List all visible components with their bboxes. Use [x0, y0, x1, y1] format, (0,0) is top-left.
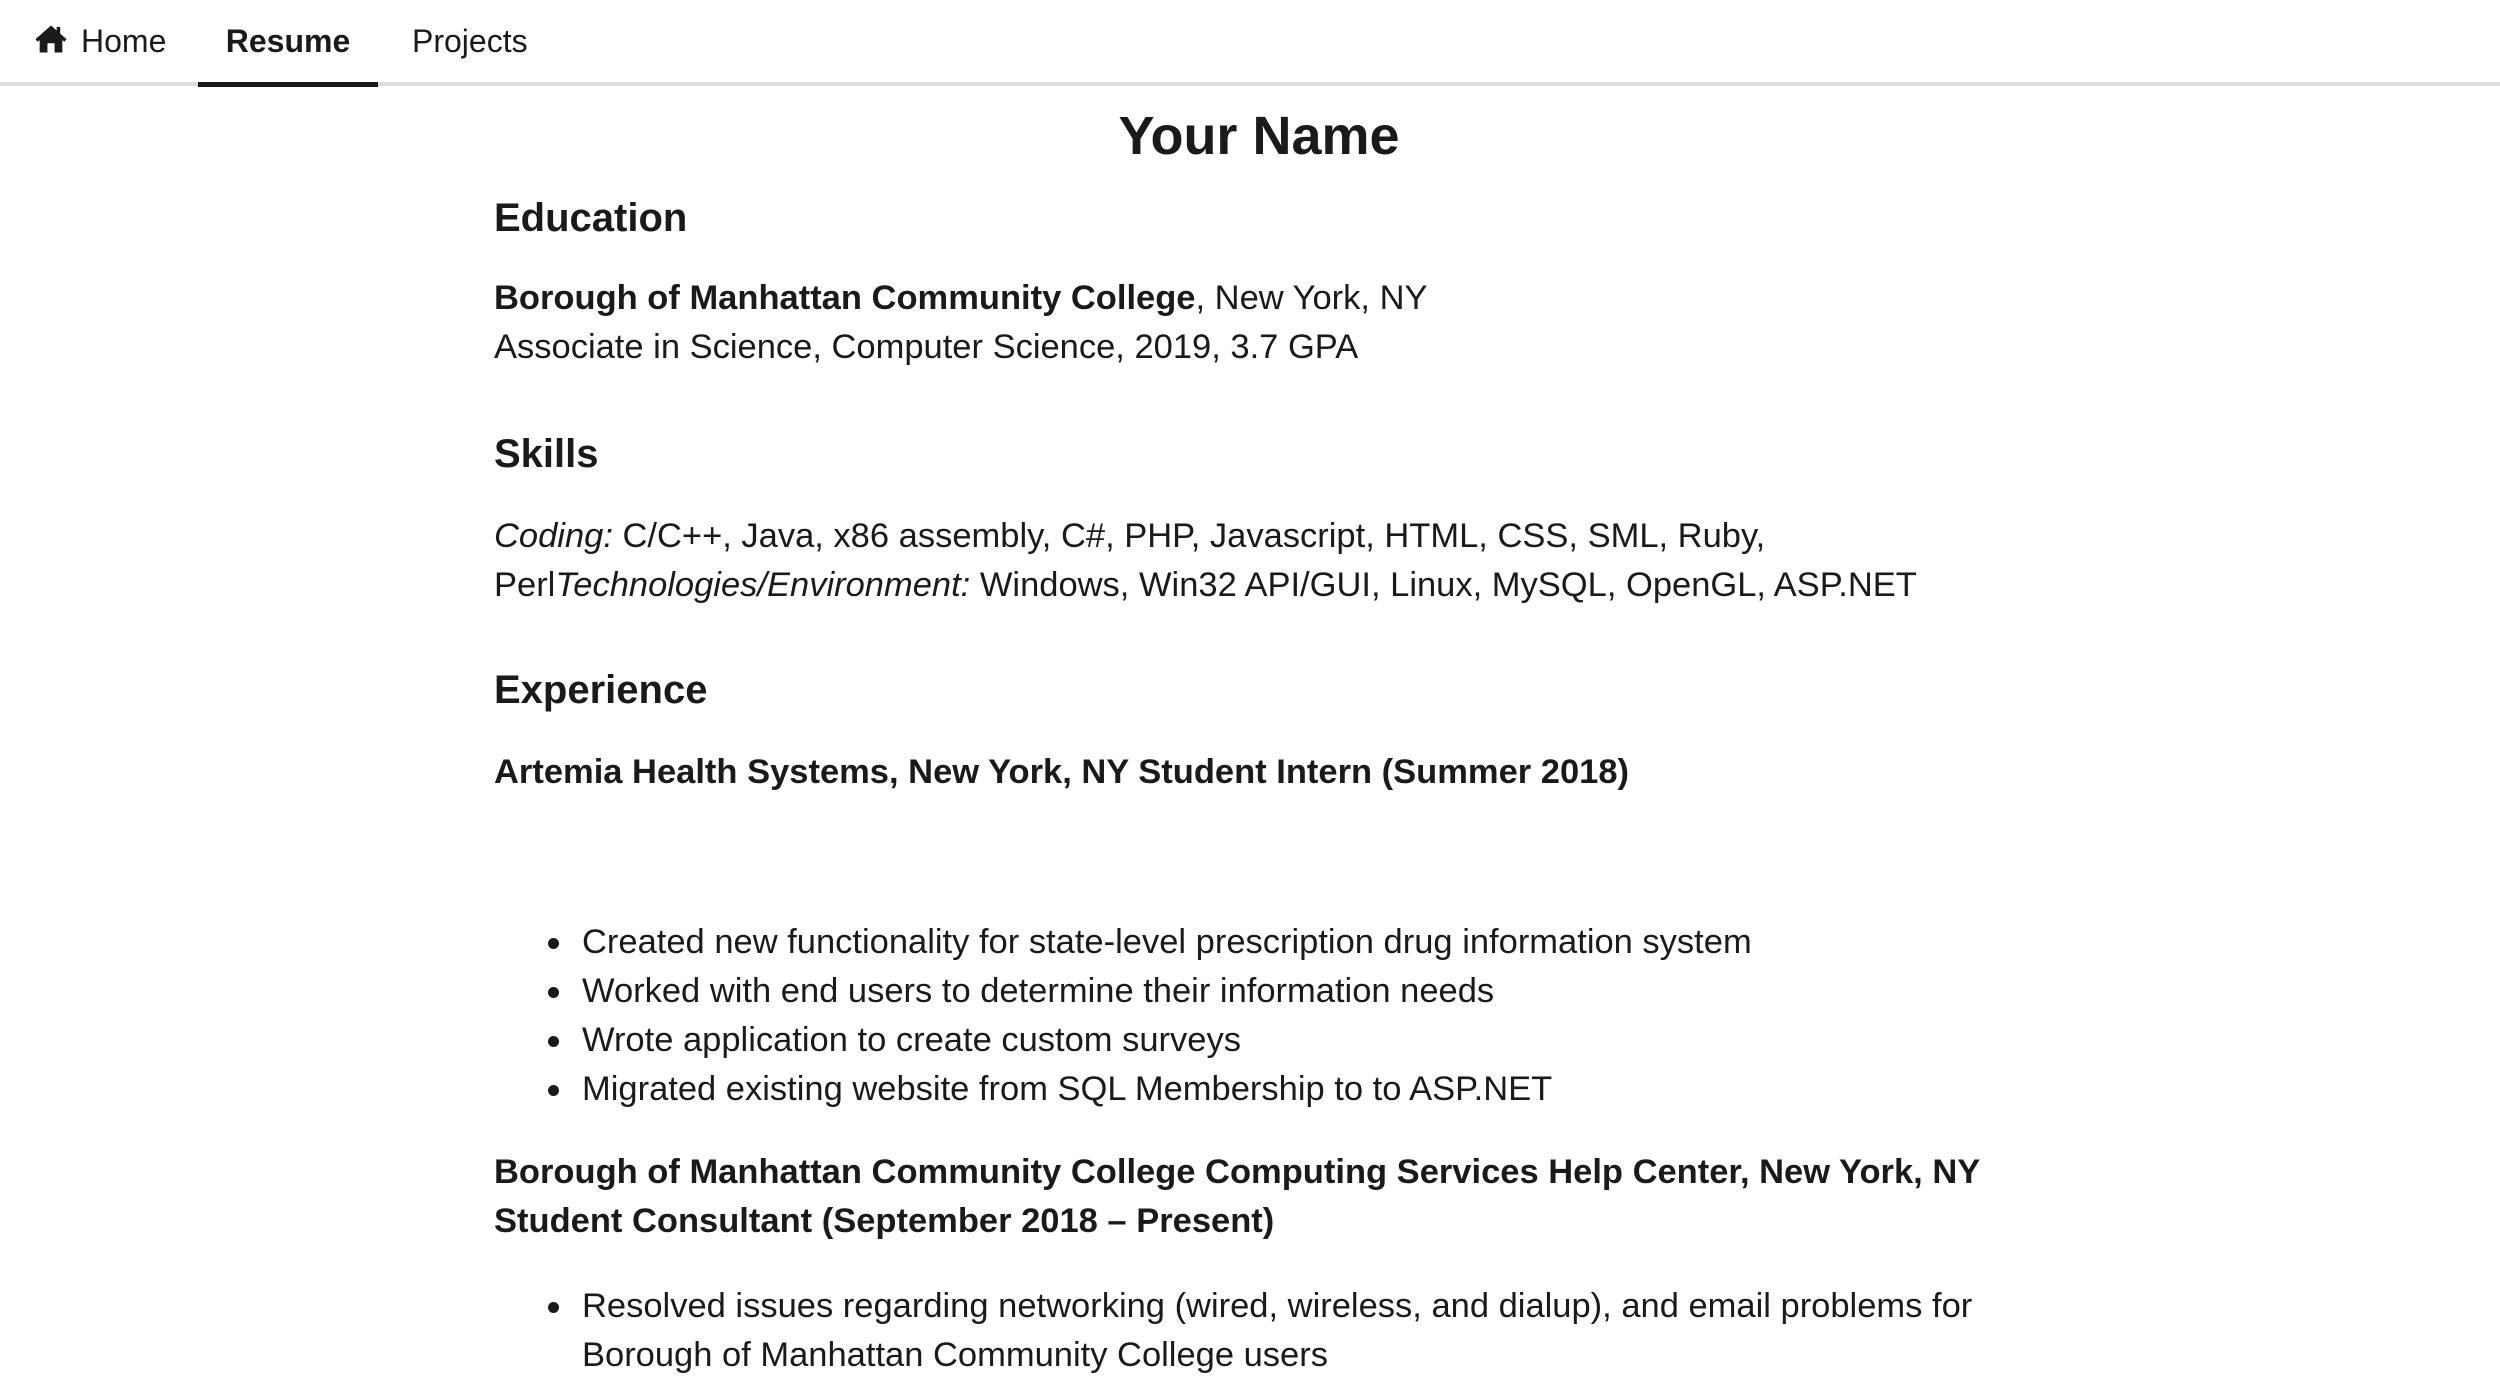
nav-resume-tab[interactable]: Resume — [198, 0, 378, 87]
list-item: Created new functionality for state-leve… — [548, 918, 2024, 967]
list-item: Wrote application to create custom surve… — [548, 1016, 2024, 1065]
job-duties-list: Resolved issues regarding networking (wi… — [494, 1282, 2002, 1380]
job-title: Borough of Manhattan Community College C… — [494, 1153, 1980, 1240]
nav-projects-label: Projects — [412, 22, 528, 59]
skills-entry: Coding: C/C++, Java, x86 assembly, C#, P… — [494, 512, 1974, 610]
education-degree: Associate in Science, Computer Science, … — [494, 328, 1359, 366]
experience-heading: Experience — [494, 668, 708, 712]
skills-tech-label: Technologies/Environment: — [555, 566, 971, 604]
skills-coding-label: Coding: — [494, 517, 613, 555]
home-icon — [35, 25, 67, 53]
education-entry: Borough of Manhattan Community College, … — [494, 274, 2024, 372]
list-item: Worked with end users to determine their… — [548, 967, 2024, 1016]
nav-projects-link[interactable]: Projects — [412, 0, 528, 82]
education-school: Borough of Manhattan Community College — [494, 279, 1196, 317]
job-title: Artemia Health Systems, New York, NY Stu… — [494, 753, 1630, 791]
list-item: Migrated existing website from SQL Membe… — [548, 1065, 2024, 1114]
top-nav: Home Resume Projects — [0, 0, 2500, 87]
nav-home-label: Home — [81, 22, 167, 59]
nav-home-link[interactable]: Home — [34, 0, 166, 82]
job-duties-list: Created new functionality for state-leve… — [494, 918, 2024, 1114]
education-heading: Education — [494, 196, 688, 240]
skills-heading: Skills — [494, 432, 599, 476]
nav-resume-label: Resume — [225, 22, 351, 59]
education-location: , New York, NY — [1195, 279, 1428, 317]
skills-tech-value: Windows, Win32 API/GUI, Linux, MySQL, Op… — [970, 566, 1917, 604]
page-title: Your Name — [1118, 106, 1400, 166]
list-item: Resolved issues regarding networking (wi… — [548, 1282, 2002, 1380]
